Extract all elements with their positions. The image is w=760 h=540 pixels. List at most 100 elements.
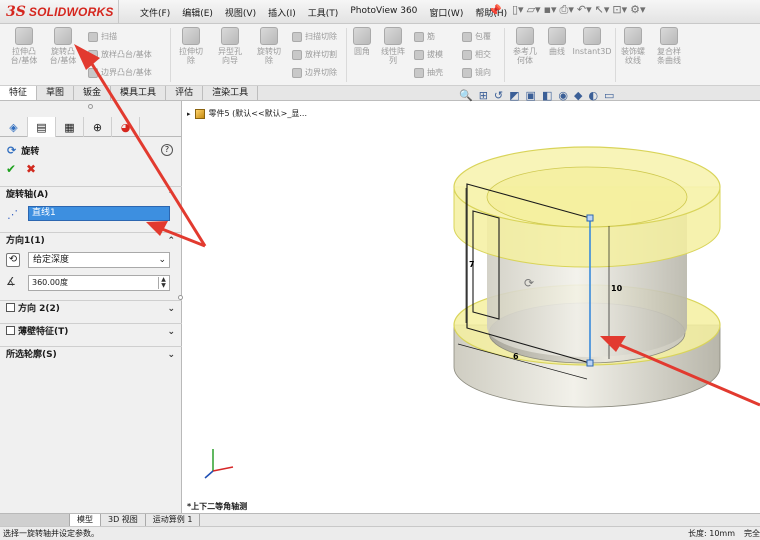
- tab-motion-study[interactable]: 运动算例 1: [146, 514, 201, 526]
- mirror-icon: [462, 67, 472, 78]
- extrude-boss-button[interactable]: 拉伸凸 台/基体: [4, 24, 44, 65]
- sweep-button[interactable]: 扫描: [88, 31, 117, 42]
- solidworks-window: 3S SOLIDWORKS 文件(F) 编辑(E) 视图(V) 插入(I) 工具…: [0, 0, 760, 540]
- angle-row: ∡ 360.00度 ▲ ▼: [0, 274, 182, 292]
- status-message: 选择一旋转轴并设定参数。: [3, 529, 99, 538]
- tab-scroll-buttons[interactable]: [0, 514, 70, 526]
- revolve-cut-button[interactable]: 旋转切 除: [250, 24, 288, 65]
- scene-icon[interactable]: ◐: [588, 89, 598, 102]
- fillet-button[interactable]: 圆角: [348, 24, 376, 56]
- ribbon-divider: [170, 28, 171, 82]
- sweep-cut-button[interactable]: 扫描切除: [292, 31, 337, 42]
- feature-manager-icon[interactable]: ◈: [0, 117, 28, 137]
- angle-icon: ∡: [6, 275, 16, 288]
- thin-feature-group-header[interactable]: 薄壁特征(T) ⌄: [0, 323, 182, 340]
- hide-show-icon[interactable]: ◉: [558, 89, 568, 102]
- save-icon[interactable]: ▪▾: [544, 3, 557, 17]
- menu-view[interactable]: 视图(V): [219, 6, 262, 19]
- pin-icon[interactable]: 📌: [488, 4, 502, 17]
- axis-endpoint-bottom[interactable]: [586, 359, 594, 367]
- appearance-icon[interactable]: ◆: [574, 89, 582, 102]
- view-orientation-icon[interactable]: ▣: [526, 89, 536, 102]
- chevron-down-icon: ⌄: [158, 255, 166, 265]
- previous-view-icon[interactable]: ↺: [494, 89, 503, 102]
- undo-icon[interactable]: ↶▾: [577, 3, 592, 17]
- loft-cut-button[interactable]: 放样切割: [292, 49, 337, 60]
- rebuild-icon[interactable]: ⊡▾: [612, 3, 627, 17]
- property-manager-icon[interactable]: ▤: [28, 117, 56, 137]
- configuration-manager-icon[interactable]: ▦: [56, 117, 84, 137]
- extrude-cut-button[interactable]: 拉伸切 除: [172, 24, 210, 65]
- section-view-icon[interactable]: ◩: [509, 89, 519, 102]
- menu-edit[interactable]: 编辑(E): [176, 6, 219, 19]
- tab-features[interactable]: 特征: [0, 86, 38, 100]
- dimension-height[interactable]: 7: [469, 260, 475, 269]
- thin-feature-checkbox[interactable]: [6, 326, 15, 335]
- wrap-button[interactable]: 包覆: [462, 31, 491, 42]
- display-style-icon[interactable]: ◧: [542, 89, 552, 102]
- draft-icon: [414, 49, 424, 60]
- loft-boss-button[interactable]: 放样凸台/基体: [88, 49, 152, 60]
- revolve-boss-button[interactable]: 旋转凸 台/基体: [44, 24, 82, 65]
- dimension-width[interactable]: 6: [513, 352, 519, 361]
- help-icon[interactable]: ?: [161, 144, 173, 156]
- tab-sketch[interactable]: 草图: [37, 86, 75, 100]
- x-axis-icon: [212, 466, 234, 472]
- direction2-checkbox[interactable]: [6, 303, 15, 312]
- boundary-cut-button[interactable]: 边界切除: [292, 67, 337, 78]
- cancel-button[interactable]: ✖: [26, 162, 36, 176]
- z-axis-icon: [204, 470, 214, 479]
- display-manager-icon[interactable]: ◕: [112, 117, 140, 137]
- axis-endpoint-top[interactable]: [586, 214, 594, 222]
- sweep-icon: [88, 31, 98, 42]
- open-icon[interactable]: ▱▾: [527, 3, 541, 17]
- tab-model[interactable]: 模型: [70, 514, 101, 526]
- menu-file[interactable]: 文件(F): [134, 6, 176, 19]
- mirror-button[interactable]: 镜向: [462, 67, 491, 78]
- tab-sheet-metal[interactable]: 钣金: [74, 86, 112, 100]
- composite-curve-button[interactable]: 复合样 条曲线: [650, 24, 688, 65]
- dimension-axis-length[interactable]: 10: [611, 284, 623, 293]
- shell-button[interactable]: 抽壳: [414, 67, 443, 78]
- options-icon[interactable]: ⚙▾: [630, 3, 645, 17]
- tab-3d-views[interactable]: 3D 视图: [101, 514, 146, 526]
- linear-pattern-button[interactable]: 线性阵 列: [376, 24, 410, 65]
- zoom-area-icon[interactable]: ⊞: [479, 89, 488, 102]
- menu-window[interactable]: 窗口(W): [423, 6, 469, 19]
- reverse-direction-icon[interactable]: ⟲: [6, 253, 20, 267]
- rib-button[interactable]: 筋: [414, 31, 435, 42]
- menu-insert[interactable]: 插入(I): [262, 6, 302, 19]
- instant3d-button[interactable]: Instant3D: [570, 24, 614, 56]
- select-icon[interactable]: ↖▾: [595, 3, 610, 17]
- revolve-axis-field[interactable]: 直线1: [28, 206, 170, 221]
- reference-geometry-button[interactable]: 参考几 何体: [506, 24, 544, 65]
- intersect-button[interactable]: 相交: [462, 49, 491, 60]
- monitor-icon[interactable]: ▭: [604, 89, 614, 102]
- zoom-to-fit-icon[interactable]: 🔍: [459, 89, 473, 102]
- axis-group-header[interactable]: 旋转轴(A) ⌃: [0, 186, 182, 203]
- boundary-icon: [88, 67, 98, 78]
- panel-grip[interactable]: [88, 104, 93, 109]
- new-icon[interactable]: ▯▾: [512, 3, 524, 17]
- angle-input[interactable]: 360.00度 ▲ ▼: [28, 275, 170, 291]
- dimxpert-icon[interactable]: ⊕: [84, 117, 112, 137]
- direction1-group-header[interactable]: 方向1(1) ⌃: [0, 232, 182, 249]
- composite-curve-icon: [660, 27, 678, 45]
- curves-button[interactable]: 曲线: [544, 24, 570, 56]
- spinner-icon[interactable]: ▲ ▼: [158, 277, 168, 289]
- boundary-boss-button[interactable]: 边界凸台/基体: [88, 67, 152, 78]
- hole-wizard-button[interactable]: 异型孔 向导: [210, 24, 250, 65]
- tab-render-tools[interactable]: 渲染工具: [203, 86, 259, 100]
- selected-contours-group-header[interactable]: 所选轮廓(S) ⌄: [0, 346, 182, 363]
- tab-evaluate[interactable]: 评估: [166, 86, 204, 100]
- tab-mold-tools[interactable]: 模具工具: [111, 86, 167, 100]
- menu-tools[interactable]: 工具(T): [302, 6, 345, 19]
- draft-button[interactable]: 拔模: [414, 49, 443, 60]
- print-icon[interactable]: ⎙▾: [560, 3, 574, 17]
- cosmetic-thread-button[interactable]: 装饰螺 纹线: [616, 24, 650, 65]
- direction2-group-header[interactable]: 方向 2(2) ⌄: [0, 300, 182, 317]
- end-condition-select[interactable]: 给定深度 ⌄: [28, 252, 170, 268]
- graphics-area[interactable]: ▸ 零件5 (默认<<默认>_显... 7 6 10 ⟳ *上下二等角轴测: [183, 101, 760, 513]
- menu-photoview[interactable]: PhotoView 360: [344, 6, 423, 19]
- ok-button[interactable]: ✔: [6, 162, 16, 176]
